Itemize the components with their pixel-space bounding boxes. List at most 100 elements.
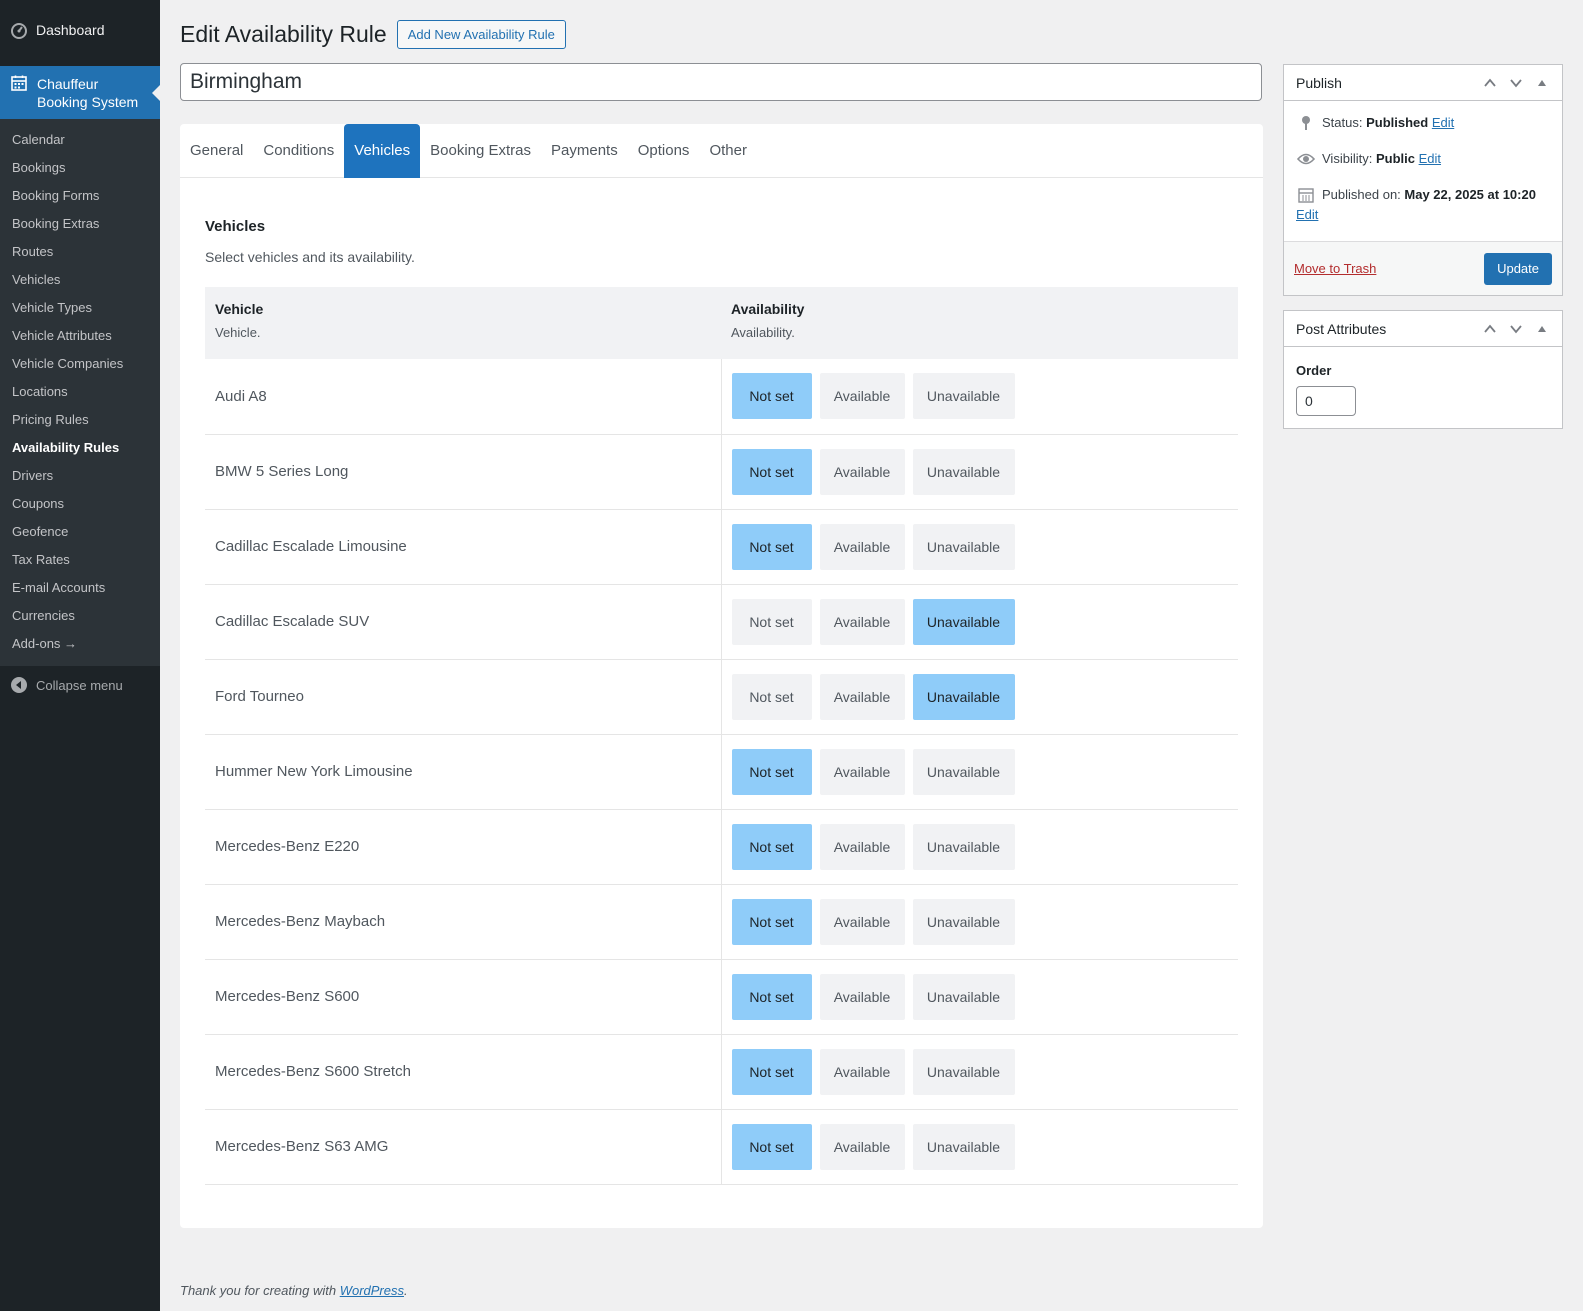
menu-dashboard[interactable]: Dashboard: [0, 0, 160, 60]
option-available-button[interactable]: Available: [819, 748, 905, 795]
sidebar-item-vehicle-companies[interactable]: Vehicle Companies: [0, 350, 160, 378]
option-not-set-button[interactable]: Not set: [731, 673, 812, 720]
wordpress-link[interactable]: WordPress: [340, 1283, 404, 1298]
availability-cell: Not set Available Unavailable: [721, 584, 1238, 660]
option-available-button[interactable]: Available: [819, 1048, 905, 1095]
sidebar-item-geofence[interactable]: Geofence: [0, 518, 160, 546]
option-available-button[interactable]: Available: [819, 898, 905, 945]
tab-other[interactable]: Other: [699, 124, 757, 178]
option-available-button[interactable]: Available: [819, 598, 905, 645]
option-unavailable-button[interactable]: Unavailable: [912, 373, 1015, 420]
footer-text: Thank you for creating with: [180, 1283, 340, 1298]
submenu: Calendar Bookings Booking Forms Booking Ext…: [0, 119, 160, 666]
sidebar-item-pricing-rules[interactable]: Pricing Rules: [0, 406, 160, 434]
chevron-down-icon[interactable]: [1508, 321, 1524, 337]
option-not-set-button[interactable]: Not set: [731, 1123, 812, 1170]
update-button[interactable]: Update: [1484, 252, 1552, 285]
sidebar-item-add-ons[interactable]: Add-ons →: [0, 630, 160, 658]
table-row: Ford Tourneo Not set Available Unavailable: [205, 659, 1238, 735]
sidebar-item-vehicles[interactable]: Vehicles: [0, 266, 160, 294]
option-available-button[interactable]: Available: [819, 973, 905, 1020]
publish-body: Status: Published Edit Visibility: Publi…: [1284, 101, 1562, 225]
tab-booking-extras[interactable]: Booking Extras: [420, 124, 541, 178]
option-not-set-button[interactable]: Not set: [731, 523, 812, 570]
table-row: Cadillac Escalade Limousine Not set Availa…: [205, 509, 1238, 585]
option-available-button[interactable]: Available: [819, 823, 905, 870]
section-title: Vehicles: [205, 218, 266, 235]
sidebar-item-booking-extras[interactable]: Booking Extras: [0, 210, 160, 238]
sidebar-item-routes[interactable]: Routes: [0, 238, 160, 266]
option-not-set-button[interactable]: Not set: [731, 823, 812, 870]
option-unavailable-button[interactable]: Unavailable: [912, 973, 1015, 1020]
tab-bar: General Conditions Vehicles Booking Extras P…: [180, 124, 1263, 178]
option-not-set-button[interactable]: Not set: [731, 373, 812, 420]
option-not-set-button[interactable]: Not set: [731, 898, 812, 945]
tab-conditions[interactable]: Conditions: [253, 124, 344, 178]
table-header-row: Vehicle Vehicle. Availability Availabili…: [205, 287, 1238, 359]
toggle-triangle-icon[interactable]: [1534, 75, 1550, 91]
option-unavailable-button[interactable]: Unavailable: [912, 523, 1015, 570]
toggle-triangle-icon[interactable]: [1534, 321, 1550, 337]
col-vehicle: Vehicle Vehicle.: [205, 287, 721, 359]
option-unavailable-button[interactable]: Unavailable: [912, 448, 1015, 495]
option-unavailable-button[interactable]: Unavailable: [912, 673, 1015, 720]
tab-general[interactable]: General: [180, 124, 253, 178]
visibility-value: Public: [1375, 151, 1415, 166]
sidebar-item-bookings[interactable]: Bookings: [0, 154, 160, 182]
option-available-button[interactable]: Available: [819, 523, 905, 570]
status-label: Status:: [1322, 115, 1363, 130]
post-title-input[interactable]: Birmingham: [180, 63, 1262, 101]
collapse-menu-button[interactable]: Collapse menu: [0, 668, 160, 702]
sidebar-item-drivers[interactable]: Drivers: [0, 462, 160, 490]
option-unavailable-button[interactable]: Unavailable: [912, 898, 1015, 945]
option-not-set-button[interactable]: Not set: [731, 598, 812, 645]
visibility-edit-link[interactable]: Edit: [1419, 151, 1441, 166]
tab-vehicles[interactable]: Vehicles: [344, 124, 421, 178]
visibility-row: Visibility: Public Edit: [1296, 149, 1550, 169]
chevron-up-icon[interactable]: [1482, 321, 1498, 337]
option-unavailable-button[interactable]: Unavailable: [912, 598, 1015, 645]
tab-payments[interactable]: Payments: [541, 124, 628, 178]
sidebar-item-locations[interactable]: Locations: [0, 378, 160, 406]
col-vehicle-sub: Vehicle.: [215, 325, 261, 340]
published-edit-link[interactable]: Edit: [1296, 207, 1318, 222]
option-available-button[interactable]: Available: [819, 1123, 905, 1170]
vehicle-name: Hummer New York Limousine: [205, 734, 722, 810]
section-description: Select vehicles and its availability.: [205, 249, 415, 265]
sidebar-item-calendar[interactable]: Calendar: [0, 126, 160, 154]
option-not-set-button[interactable]: Not set: [731, 1048, 812, 1095]
sidebar-item-vehicle-attributes[interactable]: Vehicle Attributes: [0, 322, 160, 350]
tab-options[interactable]: Options: [628, 124, 700, 178]
option-unavailable-button[interactable]: Unavailable: [912, 1123, 1015, 1170]
option-not-set-button[interactable]: Not set: [731, 973, 812, 1020]
option-not-set-button[interactable]: Not set: [731, 748, 812, 795]
move-to-trash-link[interactable]: Move to Trash: [1294, 261, 1376, 276]
option-available-button[interactable]: Available: [819, 673, 905, 720]
option-available-button[interactable]: Available: [819, 373, 905, 420]
sidebar-item-tax-rates[interactable]: Tax Rates: [0, 546, 160, 574]
sidebar-item-e-mail-accounts[interactable]: E-mail Accounts: [0, 574, 160, 602]
chevron-up-icon[interactable]: [1482, 75, 1498, 91]
availability-cell: Not set Available Unavailable: [721, 959, 1238, 1035]
availability-cell: Not set Available Unavailable: [721, 434, 1238, 510]
option-available-button[interactable]: Available: [819, 448, 905, 495]
option-unavailable-button[interactable]: Unavailable: [912, 823, 1015, 870]
table-row: Hummer New York Limousine Not set Availabl…: [205, 734, 1238, 810]
vehicle-name: BMW 5 Series Long: [205, 434, 722, 510]
sidebar-item-booking-forms[interactable]: Booking Forms: [0, 182, 160, 210]
sidebar-item-vehicle-types[interactable]: Vehicle Types: [0, 294, 160, 322]
sidebar-item-coupons[interactable]: Coupons: [0, 490, 160, 518]
add-new-button[interactable]: Add New Availability Rule: [396, 20, 566, 49]
order-input[interactable]: 0: [1296, 386, 1356, 416]
option-unavailable-button[interactable]: Unavailable: [912, 748, 1015, 795]
box-controls: [1482, 75, 1550, 91]
option-unavailable-button[interactable]: Unavailable: [912, 1048, 1015, 1095]
sidebar-item-availability-rules[interactable]: Availability Rules: [0, 434, 160, 462]
option-not-set-button[interactable]: Not set: [731, 448, 812, 495]
availability-options: Not set Available Unavailable: [731, 1048, 1229, 1095]
menu-chauffeur-booking[interactable]: Chauffeur Booking System: [0, 66, 160, 119]
table-row: Audi A8 Not set Available Unavailable: [205, 359, 1238, 435]
status-edit-link[interactable]: Edit: [1432, 115, 1454, 130]
sidebar-item-currencies[interactable]: Currencies: [0, 602, 160, 630]
chevron-down-icon[interactable]: [1508, 75, 1524, 91]
